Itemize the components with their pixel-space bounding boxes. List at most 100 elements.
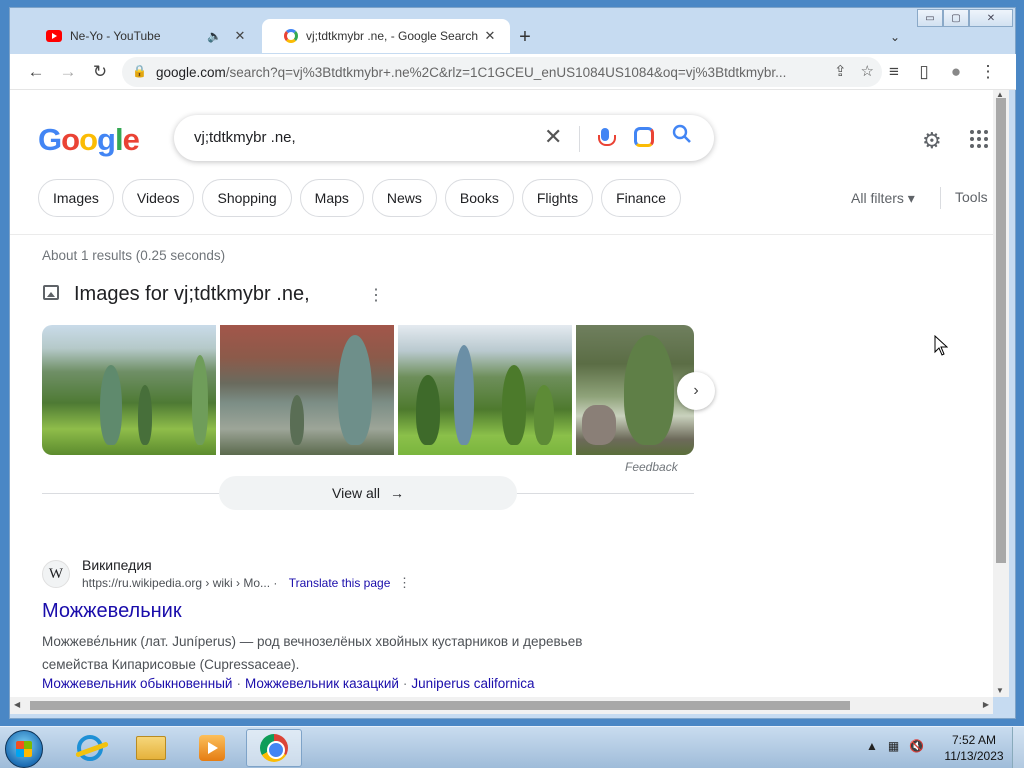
browser-toolbar: ← → ↻ 🔒 google.com/search?q=vj%3Btdtkmyb… [10,54,1016,90]
vertical-scrollbar[interactable]: ▲ ▼ [993,90,1009,697]
chip-videos[interactable]: Videos [121,179,195,217]
chip-books[interactable]: Books [444,179,514,217]
image-thumbnail[interactable] [42,325,216,455]
sitelink-separator: · [402,676,408,691]
images-section-heading[interactable]: Images for vj;tdtkmybr .ne, [74,283,310,306]
google-icon [284,29,298,43]
youtube-icon [46,30,62,42]
network-icon[interactable]: ▦ [888,739,899,753]
share-icon[interactable]: ⇪ [834,62,847,80]
result-url: https://ru.wikipedia.org › wiki › Mo... … [82,576,390,590]
clock-time: 7:52 AM [951,733,997,747]
tab-close-icon[interactable]: ✕ [232,28,248,44]
taskbar-media-player[interactable] [184,729,240,767]
media-player-icon [199,735,225,761]
show-hidden-icons-icon[interactable]: ▲ [866,739,878,753]
settings-gear-icon[interactable]: ⚙ [922,128,942,154]
view-all-button[interactable]: View all → [219,476,517,510]
address-bar-actions: ⇪ ☆ [834,62,874,80]
more-options-icon[interactable]: ⋮ [368,285,384,305]
all-filters-button[interactable]: All filters ▾ [851,190,915,207]
new-tab-button[interactable]: + [513,26,537,49]
search-box-divider [579,126,580,152]
bookmark-star-icon[interactable]: ☆ [861,62,874,80]
google-logo[interactable]: Google [38,122,140,158]
arrow-right-icon: → [390,485,404,501]
speaker-icon[interactable]: 🔈 [207,29,222,43]
volume-muted-icon[interactable]: 🔇 [909,739,924,753]
result-snippet: Можжеве́льник (лат. Juníperus) — род веч… [42,634,583,672]
google-apps-icon[interactable] [970,130,988,148]
scroll-right-icon[interactable]: ▶ [983,700,989,709]
url-path: /search?q=vj%3Btdtkmybr+.ne%2C&rlz=1C1GC… [225,65,787,80]
scroll-down-icon[interactable]: ▼ [996,686,1004,695]
sitelink[interactable]: Можжевельник обыкновенный [42,676,232,691]
filters-divider [940,187,941,209]
taskbar-file-explorer[interactable] [123,729,179,767]
folder-icon [136,736,166,760]
tab-close-icon[interactable]: ✕ [482,28,498,44]
result-options-icon[interactable]: ⋮ [398,575,411,591]
sitelink[interactable]: Можжевельник казацкий [245,676,399,691]
wikipedia-icon[interactable]: W [42,560,70,588]
chip-maps[interactable]: Maps [299,179,364,217]
taskbar: ▲ ▦ 🔇 7:52 AM 11/13/2023 [0,726,1024,768]
chip-flights[interactable]: Flights [521,179,594,217]
vertical-scroll-thumb[interactable] [996,98,1006,563]
taskbar-chrome[interactable] [246,729,302,767]
media-control-icon[interactable]: ≡ [882,60,906,84]
tab-title: Ne-Yo - YouTube [70,29,161,43]
image-thumbnail[interactable] [220,325,394,455]
reload-button[interactable]: ↻ [88,60,112,84]
url-text[interactable]: google.com/search?q=vj%3Btdtkmybr+.ne%2C… [156,65,796,80]
chip-finance[interactable]: Finance [601,179,681,217]
search-input[interactable]: vj;tdtkmybr .ne, [194,129,296,146]
tools-button[interactable]: Tools [955,189,988,205]
feedback-link[interactable]: Feedback [625,460,678,474]
google-lens-icon[interactable] [634,127,654,147]
search-box[interactable]: vj;tdtkmybr .ne, ✕ [174,115,714,161]
tab-title: vj;tdtkmybr .ne, - Google Search [306,29,479,43]
tab-strip: Ne-Yo - YouTube 🔈 ✕ vj;tdtkmybr .ne, - G… [10,10,1016,54]
start-button[interactable] [5,730,43,768]
forward-button[interactable]: → [56,60,80,84]
result-site-name[interactable]: Википедия [82,557,152,573]
chip-shopping[interactable]: Shopping [202,179,292,217]
browser-menu-icon[interactable]: ⋮ [976,60,1000,84]
system-clock[interactable]: 7:52 AM 11/13/2023 [940,732,1008,764]
scroll-left-icon[interactable]: ◀ [14,700,20,709]
header-divider [10,234,993,235]
image-icon [43,285,59,300]
back-button[interactable]: ← [24,60,48,84]
show-desktop-button[interactable] [1012,727,1024,768]
chip-news[interactable]: News [371,179,437,217]
sitelink-separator: · [236,676,241,691]
chrome-icon [260,734,288,762]
search-icon[interactable] [672,124,692,150]
system-tray: ▲ ▦ 🔇 [866,739,924,753]
next-images-arrow-icon[interactable]: › [677,372,715,410]
result-title-link[interactable]: Можжевельник [42,600,182,623]
horizontal-scroll-thumb[interactable] [30,701,850,710]
sitelink[interactable]: Juniperus californica [411,676,534,691]
profile-avatar-icon[interactable]: ● [944,60,968,84]
result-url-text[interactable]: https://ru.wikipedia.org › wiki › Mo... [82,576,270,590]
side-panel-icon[interactable]: ▯ [912,60,936,84]
chip-images[interactable]: Images [38,179,114,217]
result-stats: About 1 results (0.25 seconds) [42,248,226,263]
image-thumbnail[interactable] [398,325,572,455]
taskbar-internet-explorer[interactable] [62,729,118,767]
clear-search-icon[interactable]: ✕ [544,124,562,150]
address-bar[interactable]: 🔒 google.com/search?q=vj%3Btdtkmybr+.ne%… [122,57,882,87]
voice-search-icon[interactable] [594,126,616,150]
url-host: google.com [156,65,226,80]
tab-search-button[interactable]: ⌄ [890,30,900,44]
clock-date: 11/13/2023 [944,749,1004,763]
horizontal-scrollbar[interactable]: ◀ ▶ [10,697,993,714]
translate-page-link[interactable]: Translate this page [289,576,391,590]
image-thumbnails [42,325,694,455]
tab-youtube[interactable]: Ne-Yo - YouTube 🔈 ✕ [24,19,260,53]
lock-icon[interactable]: 🔒 [132,64,147,78]
internet-explorer-icon [77,735,103,761]
tab-google-search[interactable]: vj;tdtkmybr .ne, - Google Search ✕ [262,19,510,53]
